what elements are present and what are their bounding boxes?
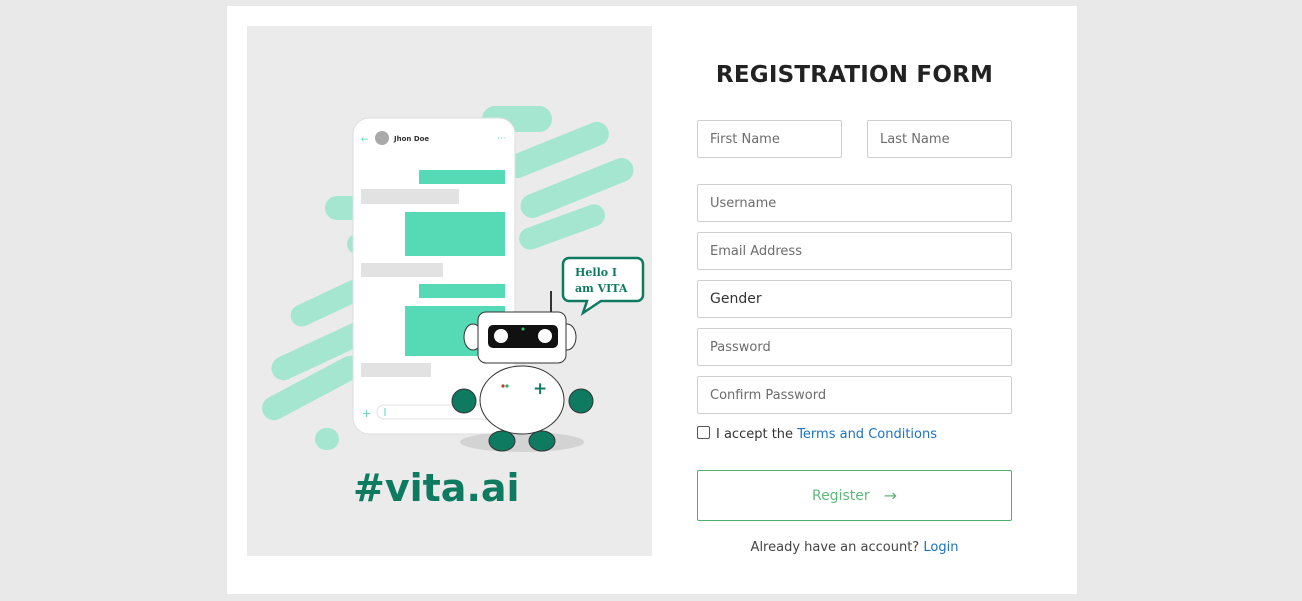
more-icon: ··· <box>497 134 506 144</box>
terms-prefix: I accept the <box>716 426 794 442</box>
terms-checkbox[interactable] <box>697 426 710 439</box>
form-title: REGISTRATION FORM <box>715 62 994 88</box>
login-prompt: Already have an account? Login <box>697 540 1012 555</box>
contact-avatar <box>375 131 389 145</box>
speech-bubble: Hello I am VITA <box>561 256 645 317</box>
add-icon: + <box>362 407 371 420</box>
last-name-input[interactable] <box>867 120 1012 158</box>
svg-text:+: + <box>533 379 547 399</box>
terms-row: I accept the Terms and Conditions <box>697 424 937 444</box>
back-arrow-icon: ← <box>361 135 369 145</box>
registration-card: ← Jhon Doe ··· + + Hello I am VITA #vita… <box>227 6 1077 594</box>
gender-select-value: Gender <box>710 291 762 307</box>
confirm-password-input[interactable] <box>697 376 1012 414</box>
speech-bubble-line2: am VITA <box>575 282 628 295</box>
first-name-input[interactable] <box>697 120 842 158</box>
gender-select[interactable]: Gender <box>697 280 1012 318</box>
illustration-panel: ← Jhon Doe ··· + + Hello I am VITA #vita… <box>247 26 652 556</box>
login-link[interactable]: Login <box>923 540 958 555</box>
register-label: Register <box>811 487 870 504</box>
username-input[interactable] <box>697 184 1012 222</box>
email-input[interactable] <box>697 232 1012 270</box>
speech-bubble-line1: Hello I <box>575 266 617 279</box>
registration-form: REGISTRATION FORM Gender I accept the Te… <box>697 6 1012 594</box>
register-button[interactable]: Register → <box>697 470 1012 521</box>
password-input[interactable] <box>697 328 1012 366</box>
chat-contact-name: Jhon Doe <box>393 135 429 143</box>
login-prefix: Already have an account? <box>750 540 920 555</box>
arrow-right-icon: → <box>883 486 898 505</box>
vita-illustration: ← Jhon Doe ··· + + Hello I am VITA #vita… <box>262 106 645 510</box>
terms-link[interactable]: Terms and Conditions <box>797 427 937 442</box>
brand-tagline: #vita.ai <box>353 466 520 510</box>
